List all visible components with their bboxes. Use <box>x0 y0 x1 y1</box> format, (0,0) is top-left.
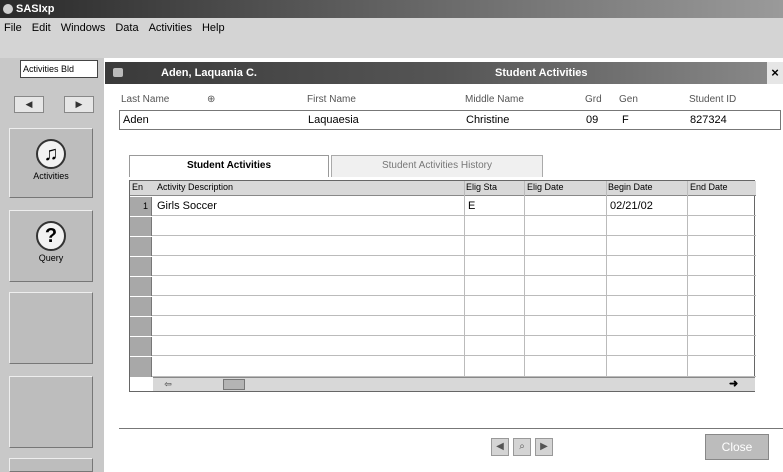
middle-name-label: Middle Name <box>465 94 524 105</box>
table-row[interactable] <box>130 337 756 356</box>
row-header[interactable] <box>130 337 152 356</box>
magnifier-icon: ⌕ <box>519 441 525 452</box>
row-header[interactable] <box>130 237 152 256</box>
table-row[interactable] <box>130 297 756 316</box>
empty-side-button-1[interactable] <box>9 292 93 364</box>
scroll-thumb[interactable] <box>223 379 245 390</box>
gender-label: Gen <box>619 94 638 105</box>
activities-label: Activities <box>33 171 69 181</box>
table-row[interactable] <box>130 357 756 377</box>
last-name-label: Last Name <box>121 94 170 105</box>
arrow-left-icon: ◀ <box>25 99 33 109</box>
student-id-label: Student ID <box>689 94 737 105</box>
arrow-left-icon: ◀ <box>496 441 504 452</box>
grade-value: 09 <box>586 114 599 126</box>
row-header[interactable]: 1 <box>130 197 152 216</box>
menubar: File Edit Windows Data Activities Help <box>0 18 783 58</box>
scroll-left-icon[interactable]: ⇦ <box>161 379 175 390</box>
row-header[interactable] <box>130 257 152 276</box>
student-info-values: Aden Laquaesia Christine 09 F 827324 <box>119 110 781 130</box>
search-record-button[interactable]: ⌕ <box>513 438 531 456</box>
middle-name-value: Christine <box>466 114 510 126</box>
query-button[interactable]: ? Query <box>9 210 93 282</box>
table-row[interactable] <box>130 217 756 236</box>
prev-record-button[interactable]: ◀ <box>491 438 509 456</box>
horizontal-scrollbar[interactable]: ⇦ ➜ <box>153 377 755 391</box>
row-header[interactable] <box>130 317 152 336</box>
app-title: SASIxp <box>16 3 55 15</box>
menu-data[interactable]: Data <box>115 20 138 38</box>
menu-activities[interactable]: Activities <box>149 20 192 38</box>
table-row[interactable] <box>130 237 756 256</box>
app-icon <box>3 4 13 14</box>
col-entry[interactable]: En <box>132 182 150 192</box>
next-button[interactable]: ▶ <box>64 96 94 113</box>
row-header[interactable] <box>130 217 152 236</box>
dialog-titlebar: Aden, Laquania C. Student Activities <box>105 62 783 84</box>
close-icon: × <box>771 65 779 80</box>
empty-side-button-2[interactable] <box>9 376 93 448</box>
student-info: Last Name ⊕ First Name Middle Name Grd G… <box>119 88 781 132</box>
activity-description-cell[interactable]: Girls Soccer <box>157 200 217 212</box>
menu-file[interactable]: File <box>4 20 22 38</box>
app-titlebar: SASIxp <box>0 0 783 18</box>
student-name: Aden, Laquania C. <box>161 67 257 79</box>
first-name-label: First Name <box>307 94 356 105</box>
close-button[interactable]: Close <box>705 434 769 460</box>
question-icon: ? <box>36 221 66 251</box>
begin-date-cell[interactable]: 02/21/02 <box>610 200 653 212</box>
empty-side-button-3[interactable] <box>9 458 93 472</box>
last-name-value: Aden <box>123 114 149 126</box>
col-elig-status[interactable]: Elig Sta <box>466 182 520 192</box>
divider <box>119 428 783 429</box>
student-id-value: 827324 <box>690 114 727 126</box>
table-row[interactable] <box>130 277 756 296</box>
table-row[interactable]: 1 Girls Soccer E 02/21/02 <box>130 197 756 216</box>
first-name-value: Laquaesia <box>308 114 359 126</box>
arrow-right-icon: ▶ <box>540 441 548 452</box>
activities-grid: En Activity Description Elig Sta Elig Da… <box>129 180 756 392</box>
activities-button[interactable]: ♫ Activities <box>9 128 93 198</box>
activities-icon: ♫ <box>36 139 66 169</box>
col-elig-date[interactable]: Elig Date <box>527 182 607 192</box>
tab-student-activities[interactable]: Student Activities <box>129 155 329 177</box>
student-activities-dialog: Aden, Laquania C. Student Activities × L… <box>105 62 783 472</box>
id-card-icon: ⊕ <box>207 94 216 105</box>
tab-student-activities-history[interactable]: Student Activities History <box>331 155 543 177</box>
menu-help[interactable]: Help <box>202 20 225 38</box>
scroll-right-icon[interactable]: ➜ <box>729 378 743 391</box>
arrow-right-icon: ▶ <box>75 99 83 109</box>
prev-button[interactable]: ◀ <box>14 96 44 113</box>
table-row[interactable] <box>130 317 756 336</box>
row-header[interactable] <box>130 357 152 377</box>
menu-edit[interactable]: Edit <box>32 20 51 38</box>
col-activity-description[interactable]: Activity Description <box>157 182 457 192</box>
gender-value: F <box>622 114 629 126</box>
next-record-button[interactable]: ▶ <box>535 438 553 456</box>
window-icon <box>113 68 123 77</box>
dialog-title: Student Activities <box>495 67 588 79</box>
grid-header: En Activity Description Elig Sta Elig Da… <box>130 181 756 196</box>
row-header[interactable] <box>130 277 152 296</box>
menu-windows[interactable]: Windows <box>61 20 106 38</box>
grade-label: Grd <box>585 94 602 105</box>
elig-status-cell[interactable]: E <box>468 200 475 212</box>
row-header[interactable] <box>130 297 152 316</box>
dialog-close-button[interactable]: × <box>767 62 783 84</box>
module-combo[interactable]: Activities Bld <box>20 60 98 78</box>
col-end-date[interactable]: End Date <box>690 182 754 192</box>
table-row[interactable] <box>130 257 756 276</box>
col-begin-date[interactable]: Begin Date <box>608 182 688 192</box>
query-label: Query <box>38 253 64 263</box>
